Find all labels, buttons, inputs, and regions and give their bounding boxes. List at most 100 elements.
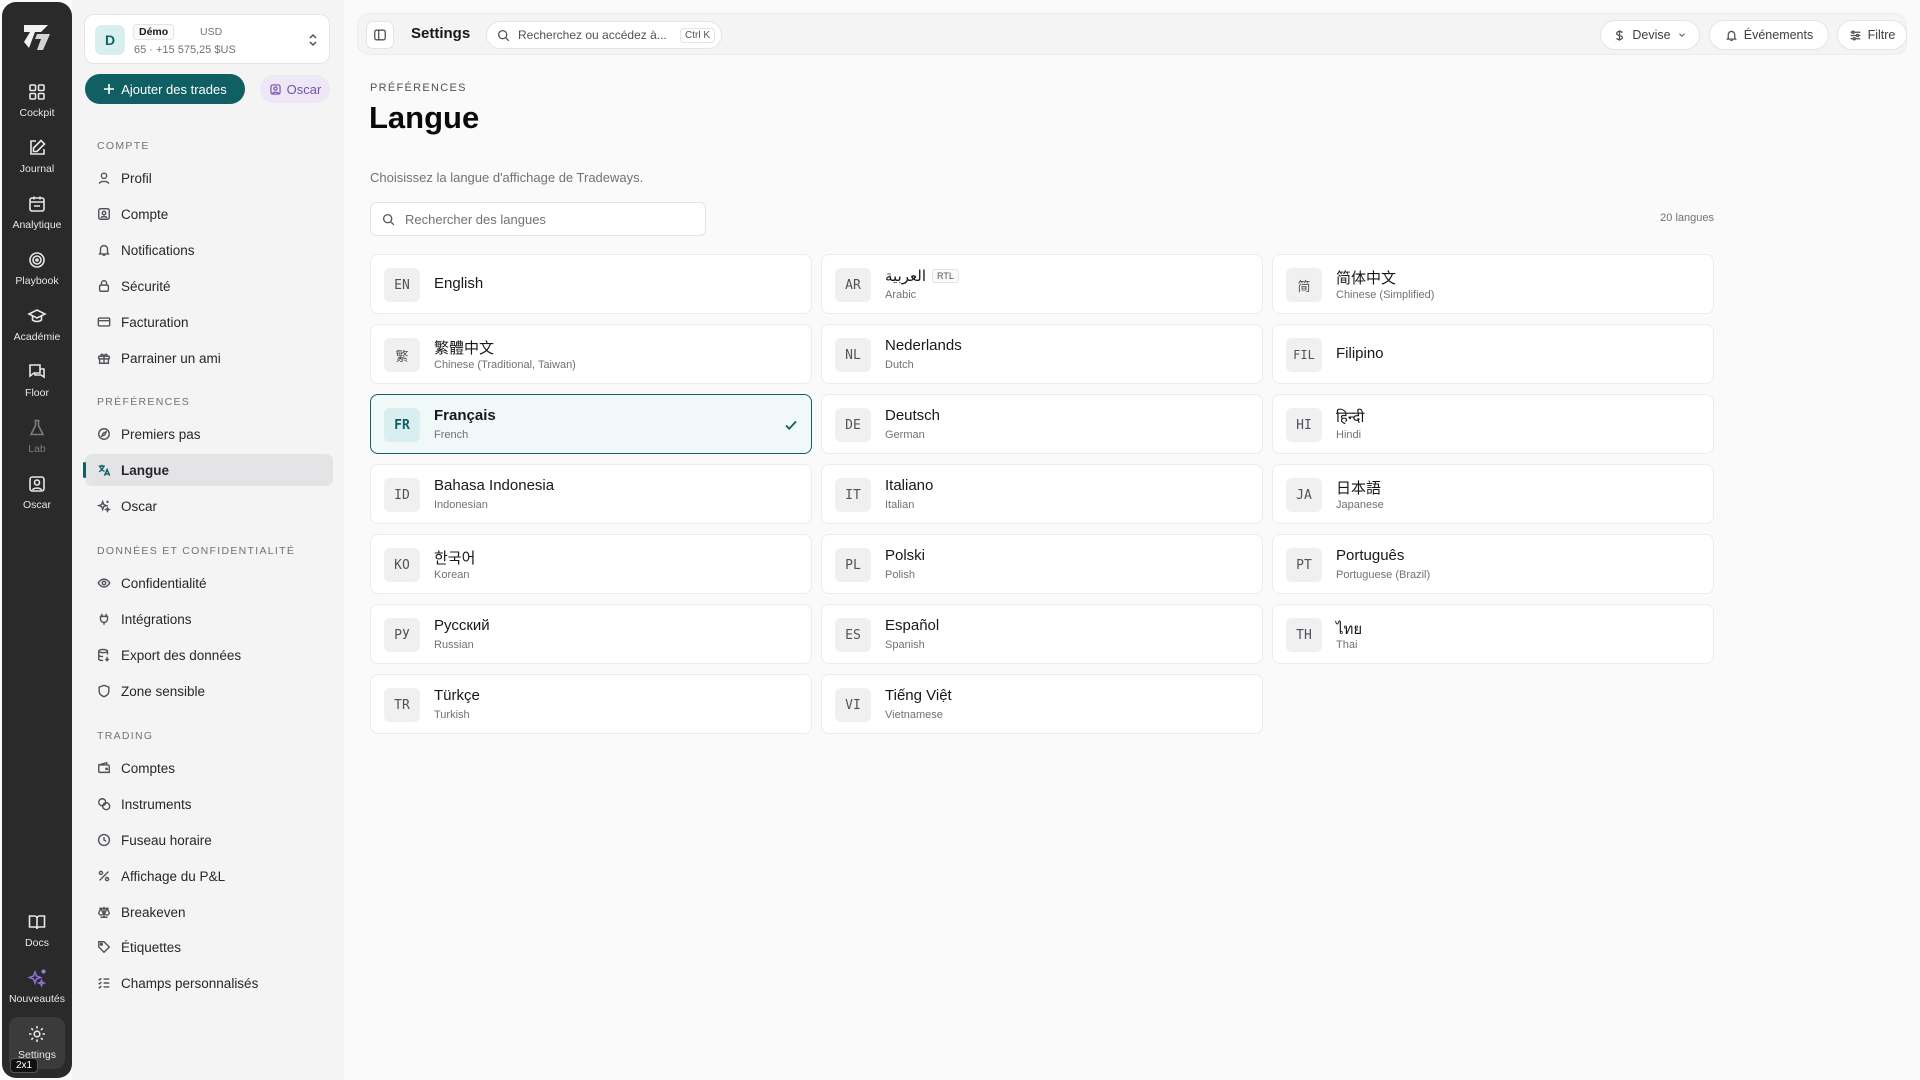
rail-item-label: Analytique	[12, 219, 62, 231]
sidebar-item-breakeven[interactable]: Breakeven	[85, 896, 333, 928]
flask-icon	[29, 419, 45, 436]
language-option-hi[interactable]: HI हिन्दी Hindi	[1272, 394, 1714, 454]
language-english-name: Spanish	[885, 639, 925, 651]
language-option-de[interactable]: DE Deutsch German	[821, 394, 1263, 454]
sliders-icon	[1850, 30, 1860, 40]
rail-item-cockpit[interactable]: Cockpit	[2, 82, 72, 132]
language-option-pl[interactable]: PL Polski Polish	[821, 534, 1263, 594]
language-native-text: Italiano	[885, 477, 934, 494]
sidebar-item-affichage-pnl[interactable]: Affichage du P&L	[85, 860, 333, 892]
gift-icon	[98, 353, 110, 364]
events-label: Événements	[1743, 28, 1814, 42]
sidebar-toggle-button[interactable]	[366, 21, 394, 49]
language-code-badge: EN	[384, 268, 420, 302]
language-option-tr[interactable]: TR Türkçe Turkish	[370, 674, 812, 734]
currency-label: Devise	[1632, 28, 1671, 42]
rail-item-label: Académie	[13, 331, 61, 343]
sidebar-item-fuseau-horaire[interactable]: Fuseau horaire	[85, 824, 333, 856]
tradeways-logo-icon[interactable]	[21, 20, 53, 52]
language-option-fr[interactable]: FR Français French	[370, 394, 812, 454]
sidebar-item-oscar[interactable]: Oscar	[85, 490, 333, 522]
language-option-fil[interactable]: FIL Filipino	[1272, 324, 1714, 384]
rail-item-playbook[interactable]: Playbook	[2, 250, 72, 300]
rail-item-floor[interactable]: Floor	[2, 362, 72, 412]
language-option-ja[interactable]: JA 日本語 Japanese	[1272, 464, 1714, 524]
add-trades-button[interactable]: Ajouter des trades	[85, 74, 245, 104]
rail-item-nouveautes[interactable]: Nouveautés	[2, 968, 72, 1018]
language-option-th[interactable]: TH ไทย Thai	[1272, 604, 1714, 664]
language-option-es[interactable]: ES Español Spanish	[821, 604, 1263, 664]
global-search-input[interactable]: Recherchez ou accédez à... Ctrl K	[486, 21, 722, 49]
language-search-placeholder: Rechercher des langues	[405, 211, 546, 227]
events-button[interactable]: Événements	[1709, 20, 1829, 50]
language-native-name: العربية RTL	[885, 267, 959, 285]
sidebar-item-instruments[interactable]: Instruments	[85, 788, 333, 820]
target-icon	[29, 252, 45, 268]
sidebar-item-label: Notifications	[121, 242, 195, 258]
language-code-badge: TR	[384, 688, 420, 722]
language-native-text: Nederlands	[885, 337, 962, 354]
oscar-button[interactable]: Oscar	[260, 75, 330, 103]
sidebar-item-confidentialite[interactable]: Confidentialité	[85, 567, 333, 599]
sidebar-item-facturation[interactable]: Facturation	[85, 306, 333, 338]
language-option-en[interactable]: EN English	[370, 254, 812, 314]
language-option-it[interactable]: IT Italiano Italian	[821, 464, 1263, 524]
shield-icon	[98, 684, 110, 698]
rail-item-analytique[interactable]: Analytique	[2, 194, 72, 244]
language-native-name: Português	[1336, 547, 1404, 564]
language-code-badge: NL	[835, 338, 871, 372]
language-code-badge: РУ	[384, 618, 420, 652]
language-native-name: Italiano	[885, 477, 933, 494]
sidebar-item-label: Facturation	[121, 314, 189, 330]
sidebar-item-parrainer[interactable]: Parrainer un ami	[85, 342, 333, 374]
language-option-vi[interactable]: VI Tiếng Việt Vietnamese	[821, 674, 1263, 734]
sidebar-item-etiquettes[interactable]: Étiquettes	[85, 931, 333, 963]
language-option-繁[interactable]: 繁繁體中文 Chinese (Traditional, Taiwan)	[370, 324, 812, 384]
rail-item-academie[interactable]: Académie	[2, 306, 72, 356]
language-native-name: Tiếng Việt	[885, 687, 952, 704]
page-title: Settings	[411, 25, 471, 42]
sidebar-item-label: Comptes	[121, 760, 176, 776]
currency-dropdown[interactable]: Devise	[1600, 20, 1700, 50]
language-native-text: Bahasa Indonesia	[434, 477, 555, 494]
language-native-name: हिन्दी	[1336, 407, 1364, 427]
rail-item-journal[interactable]: Journal	[2, 138, 72, 188]
sidebar-item-comptes[interactable]: Comptes	[85, 752, 333, 784]
rail-item-oscar[interactable]: Oscar	[2, 474, 72, 524]
language-option-ру[interactable]: РУ Русский Russian	[370, 604, 812, 664]
filter-button[interactable]: Filtre	[1837, 20, 1907, 50]
sidebar-panel-icon	[374, 29, 386, 41]
sidebar-item-compte[interactable]: Compte	[85, 198, 333, 230]
language-english-name: Turkish	[434, 709, 470, 721]
sidebar-item-notifications[interactable]: Notifications	[85, 234, 333, 266]
chevron-down-icon	[1678, 33, 1685, 37]
language-native-name: Nederlands	[885, 337, 962, 354]
sidebar-item-label: Compte	[121, 206, 169, 222]
rail-item-docs[interactable]: Docs	[2, 912, 72, 962]
sidebar-item-zone-sensible[interactable]: Zone sensible	[85, 675, 333, 707]
language-option-ar[interactable]: AR العربية RTL Arabic	[821, 254, 1263, 314]
sidebar-item-profil[interactable]: Profil	[85, 162, 333, 194]
sidebar-item-champs[interactable]: Champs personnalisés	[85, 967, 333, 999]
language-option-nl[interactable]: NL Nederlands Dutch	[821, 324, 1263, 384]
search-icon	[382, 213, 395, 225]
section-heading: Langue	[369, 100, 480, 135]
language-option-pt[interactable]: PT Português Portuguese (Brazil)	[1272, 534, 1714, 594]
sidebar-item-export[interactable]: Export des données	[85, 639, 333, 671]
sidebar-item-premiers-pas[interactable]: Premiers pas	[85, 418, 333, 450]
section-title-donnees: DONNÉES ET CONFIDENTIALITÉ	[97, 545, 296, 557]
sidebar-item-langue[interactable]: Langue	[83, 454, 333, 486]
language-option-ko[interactable]: KO 한국어 Korean	[370, 534, 812, 594]
language-english-name: Hindi	[1336, 429, 1362, 441]
language-option-简[interactable]: 简简体中文 Chinese (Simplified)	[1272, 254, 1714, 314]
account-switcher[interactable]: D Démo USD 65 · +15 575,25 $US	[84, 14, 330, 64]
book-icon	[28, 915, 46, 930]
sidebar-item-securite[interactable]: Sécurité	[85, 270, 333, 302]
portrait-icon	[29, 476, 45, 492]
sidebar-item-integrations[interactable]: Intégrations	[85, 603, 333, 635]
language-option-id[interactable]: ID Bahasa Indonesia Indonesian	[370, 464, 812, 524]
language-native-text: 한국어	[434, 550, 476, 567]
rtl-badge: RTL	[932, 269, 959, 283]
language-search-input[interactable]: Rechercher des langues	[370, 202, 706, 236]
rail-item-lab[interactable]: Lab	[2, 418, 72, 468]
